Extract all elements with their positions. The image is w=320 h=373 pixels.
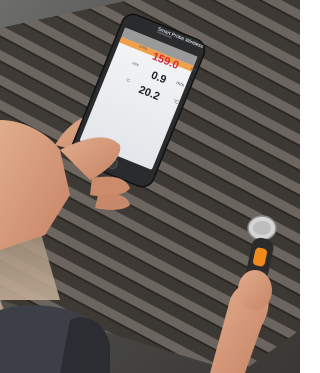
- reading-label: m/s: [131, 60, 140, 68]
- reading-value: 0.9: [149, 69, 168, 87]
- reading-unit: m/s: [175, 80, 185, 89]
- reading-label: °C: [125, 76, 132, 84]
- reading-unit: °C: [172, 98, 180, 106]
- reading-label: m³/h: [138, 43, 148, 52]
- right-hand: [238, 270, 272, 310]
- photo-scene: Smart Probe Wireless m³/h 159.0 m³ m/s 0…: [0, 0, 300, 373]
- reading-unit: m³: [189, 66, 198, 75]
